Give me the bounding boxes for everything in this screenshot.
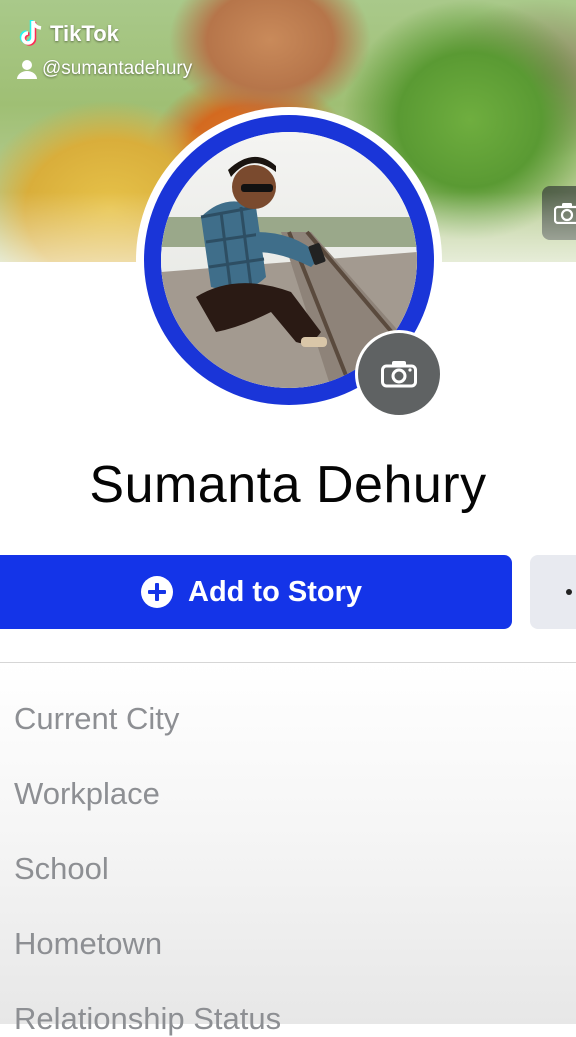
cover-camera-button[interactable]	[542, 186, 576, 240]
add-to-story-label: Add to Story	[188, 575, 362, 608]
avatar-camera-button[interactable]	[355, 330, 443, 418]
camera-icon	[381, 361, 417, 388]
details-section: Current City Workplace School Hometown R…	[0, 663, 576, 1036]
tiktok-watermark: TikTok	[16, 18, 119, 50]
detail-school[interactable]: School	[14, 851, 109, 887]
tiktok-username: @sumantadehury	[16, 58, 192, 80]
tiktok-brand-text: TikTok	[50, 21, 119, 46]
tiktok-logo-icon	[19, 20, 42, 46]
profile-name: Sumanta Dehury	[89, 456, 487, 514]
tiktok-username-text: @sumantadehury	[42, 58, 193, 79]
more-options-button[interactable]	[530, 555, 576, 629]
user-icon	[17, 60, 37, 79]
add-to-story-button[interactable]: Add to Story	[0, 555, 512, 629]
detail-workplace[interactable]: Workplace	[14, 776, 160, 812]
more-dots-icon	[566, 589, 572, 595]
camera-icon	[554, 203, 576, 224]
detail-current-city[interactable]: Current City	[14, 701, 179, 737]
detail-hometown[interactable]: Hometown	[14, 926, 162, 962]
detail-relationship-status[interactable]: Relationship Status	[14, 1001, 281, 1037]
plus-circle-icon	[141, 576, 173, 608]
